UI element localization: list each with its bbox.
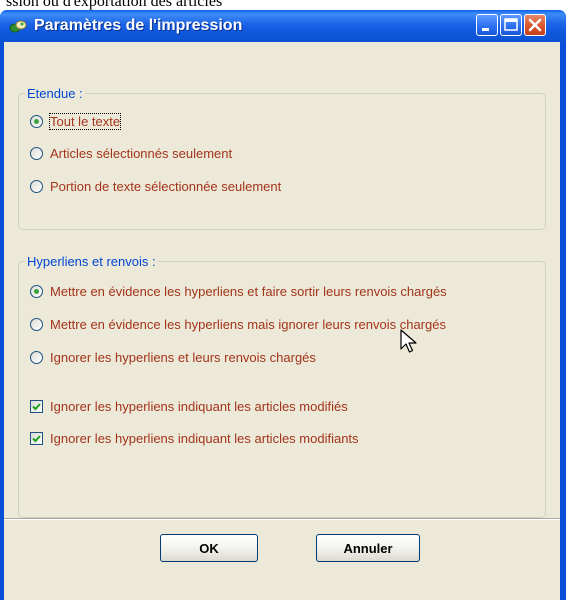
checkbox-label: Ignorer les hyperliens indiquant les art… [50, 431, 359, 446]
radio-label: Mettre en évidence les hyperliens et fai… [50, 284, 447, 299]
minimize-button[interactable] [476, 14, 498, 36]
mouse-cursor-icon [400, 329, 417, 353]
print-settings-dialog: Paramètres de l'impression Etendue : Tou… [0, 10, 566, 600]
hyperlinks-legend: Hyperliens et renvois : [27, 254, 156, 269]
radio-hyperlinks-highlight-and-output[interactable]: Mettre en évidence les hyperliens et fai… [30, 284, 447, 299]
checkbox-checked[interactable] [30, 400, 43, 413]
maximize-icon [504, 18, 518, 31]
radio-indicator[interactable] [30, 318, 43, 331]
radio-hyperlinks-highlight-ignore[interactable]: Mettre en évidence les hyperliens mais i… [30, 317, 446, 332]
radio-label: Portion de texte sélectionnée seulement [50, 179, 282, 194]
extent-legend: Etendue : [27, 86, 83, 101]
radio-hyperlinks-ignore-all[interactable]: Ignorer les hyperliens et leurs renvois … [30, 350, 316, 365]
minimize-icon [482, 28, 489, 31]
radio-label: Articles sélectionnés seulement [50, 146, 233, 161]
checkmark-icon [32, 435, 41, 443]
radio-label: Mettre en évidence les hyperliens mais i… [50, 317, 446, 332]
radio-indicator[interactable] [30, 147, 43, 160]
checkbox-checked[interactable] [30, 432, 43, 445]
radio-indicator[interactable] [30, 180, 43, 193]
window-title: Paramètres de l'impression [34, 17, 243, 34]
radio-checked-indicator[interactable] [30, 285, 43, 298]
radio-checked-indicator[interactable] [30, 115, 43, 128]
close-button[interactable] [524, 14, 546, 36]
title-bar[interactable]: Paramètres de l'impression [0, 10, 566, 42]
radio-label: Ignorer les hyperliens et leurs renvois … [50, 350, 316, 365]
close-icon [528, 18, 542, 32]
dialog-body: Etendue : Tout le texte Articles sélecti… [4, 42, 560, 600]
checkmark-icon [32, 403, 41, 411]
cancel-button[interactable]: Annuler [316, 534, 420, 562]
maximize-button[interactable] [500, 14, 522, 36]
app-icon [8, 18, 28, 34]
radio-extent-selected-text[interactable]: Portion de texte sélectionnée seulement [30, 179, 281, 194]
radio-extent-selected-articles[interactable]: Articles sélectionnés seulement [30, 146, 232, 161]
footer-divider [4, 518, 560, 520]
checkbox-ignore-modified[interactable]: Ignorer les hyperliens indiquant les art… [30, 399, 348, 414]
radio-extent-all-text[interactable]: Tout le texte [30, 113, 122, 130]
checkbox-ignore-modifying[interactable]: Ignorer les hyperliens indiquant les art… [30, 431, 359, 446]
checkbox-label: Ignorer les hyperliens indiquant les art… [50, 399, 348, 414]
radio-label: Tout le texte [48, 113, 122, 130]
ok-button[interactable]: OK [160, 534, 258, 562]
radio-indicator[interactable] [30, 351, 43, 364]
